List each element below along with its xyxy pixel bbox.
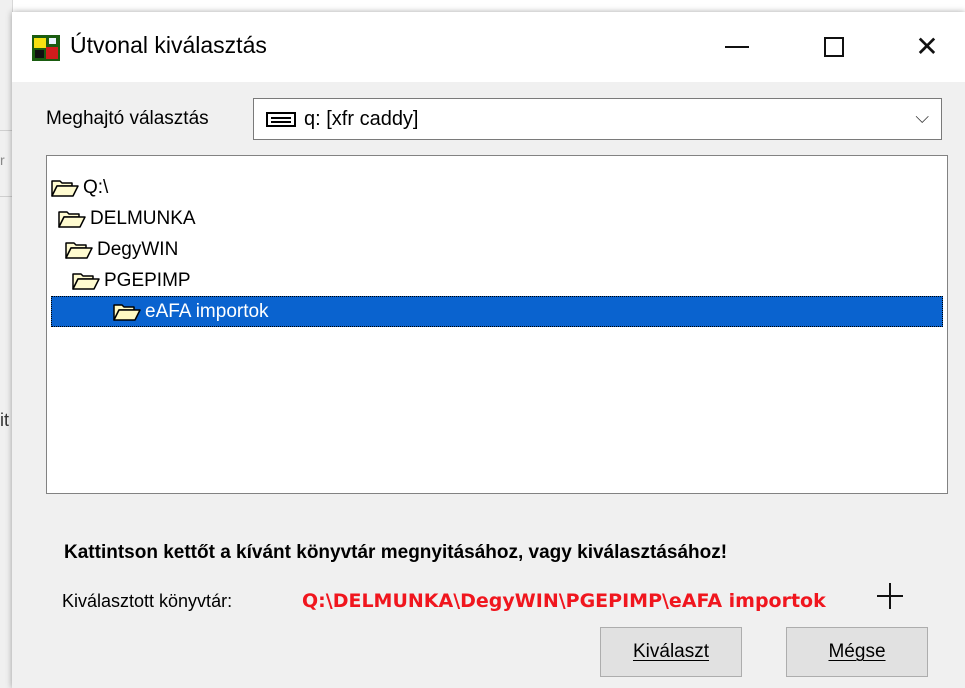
instruction-text: Kattintson kettőt a kívánt könyvtár megn… xyxy=(64,542,728,563)
window-title: Útvonal kiválasztás xyxy=(70,32,267,58)
drive-select-label: Meghajtó választás xyxy=(46,108,209,129)
folder-open-icon xyxy=(113,302,145,322)
background-text-fragment: r xyxy=(0,152,5,168)
selected-dir-path: Q:\DELMUNKA\DegyWIN\PGEPIMP\eAFA importo… xyxy=(302,590,826,612)
tree-item-label: DegyWIN xyxy=(97,238,179,260)
directory-tree[interactable]: Q:\ DELMUNKA DegyWIN PGEPIMP eAFA importok xyxy=(46,155,948,494)
drive-dropdown[interactable]: q: [xfr caddy] ⌵ xyxy=(253,98,942,140)
background-divider xyxy=(0,196,12,197)
select-button[interactable]: Kiválaszt xyxy=(600,627,742,677)
chevron-down-icon[interactable]: ⌵ xyxy=(915,107,929,128)
title-bar[interactable]: Útvonal kiválasztás ✕ xyxy=(12,12,965,82)
crosshair-cursor-icon xyxy=(877,583,903,609)
maximize-button[interactable] xyxy=(789,12,879,82)
tree-item[interactable]: PGEPIMP xyxy=(72,265,191,296)
select-button-label: Kiválaszt xyxy=(632,641,710,662)
background-divider xyxy=(0,130,12,131)
maximize-icon xyxy=(824,37,844,57)
tree-item-label: Q:\ xyxy=(83,176,109,198)
folder-open-icon xyxy=(51,178,83,198)
app-icon xyxy=(32,35,60,61)
tree-item[interactable]: DELMUNKA xyxy=(58,203,196,234)
folder-open-icon xyxy=(72,271,104,291)
minimize-button[interactable] xyxy=(692,12,782,82)
background-text-fragment: it xyxy=(0,410,9,430)
close-button[interactable]: ✕ xyxy=(882,12,965,82)
tree-item[interactable]: Q:\ xyxy=(51,172,108,203)
tree-item-label: eAFA importok xyxy=(145,300,269,322)
tree-item[interactable]: eAFA importok xyxy=(51,296,943,327)
tree-item[interactable]: DegyWIN xyxy=(65,234,178,265)
drive-value: q: [xfr caddy] xyxy=(304,108,419,130)
minimize-icon xyxy=(725,46,749,48)
close-icon: ✕ xyxy=(915,30,939,63)
cancel-button-label: Mégse xyxy=(828,641,886,662)
drive-icon xyxy=(266,112,296,127)
cancel-button[interactable]: Mégse xyxy=(786,627,928,677)
path-selection-dialog: Útvonal kiválasztás ✕ Meghajtó választás… xyxy=(12,12,965,688)
folder-open-icon xyxy=(65,240,97,260)
tree-item-label: PGEPIMP xyxy=(104,269,191,291)
folder-open-icon xyxy=(58,209,90,229)
selected-dir-label: Kiválasztott könyvtár: xyxy=(62,591,233,611)
tree-item-label: DELMUNKA xyxy=(90,207,196,229)
